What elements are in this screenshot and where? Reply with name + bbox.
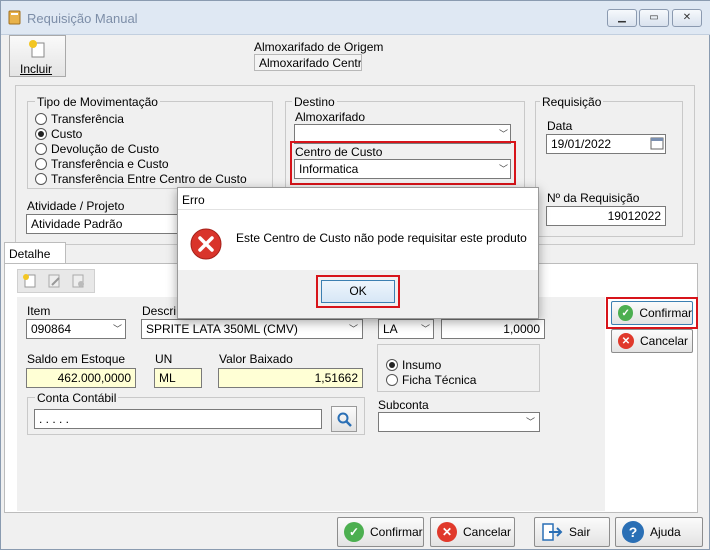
radio-insumo[interactable]: Insumo xyxy=(386,358,441,372)
ok-button[interactable]: OK xyxy=(321,280,395,303)
valor-baixado-field: 1,51662 xyxy=(218,368,363,388)
main-window: Requisição Manual ▁ ▭ ✕ Incluir Almoxari… xyxy=(0,0,710,550)
centro-custo-label: Centro de Custo xyxy=(295,145,383,159)
detail-toolbar xyxy=(17,269,95,293)
error-icon xyxy=(190,228,222,260)
error-dialog: Erro Este Centro de Custo não pode requi… xyxy=(177,187,539,319)
cancelar-label: Cancelar xyxy=(463,525,512,539)
edit-item-icon[interactable] xyxy=(46,273,62,289)
add-item-icon[interactable] xyxy=(22,273,38,289)
check-icon: ✓ xyxy=(344,522,364,542)
dialog-title-bar: Erro xyxy=(178,188,538,210)
data-field[interactable]: 19/01/2022 xyxy=(546,134,666,154)
conta-contabil-label: Conta Contábil xyxy=(35,391,119,405)
dialog-message: Este Centro de Custo não pode requisitar… xyxy=(236,231,527,245)
tipo-label: Tipo de Movimentação xyxy=(35,95,160,109)
un-field: ML xyxy=(154,368,202,388)
atividade-label: Atividade / Projeto xyxy=(27,199,125,213)
almoxarifado-label: Almoxarifado xyxy=(295,110,366,124)
check-icon: ✓ xyxy=(618,305,634,321)
sair-label: Sair xyxy=(569,525,591,539)
search-button[interactable] xyxy=(331,406,357,432)
requisicao-label: Requisição xyxy=(540,95,604,109)
minimize-button[interactable]: ▁ xyxy=(607,9,637,27)
item-label: Item xyxy=(27,304,51,318)
confirmar-button[interactable]: ✓ Confirmar xyxy=(337,517,424,547)
new-document-icon xyxy=(29,40,45,58)
data-label: Data xyxy=(547,119,573,133)
descricao-select[interactable]: SPRITE LATA 350ML (CMV) xyxy=(141,319,363,339)
side-confirmar-label: Confirmar xyxy=(639,306,692,320)
radio-devolucao[interactable]: Devolução de Custo xyxy=(35,141,247,156)
close-button[interactable]: ✕ xyxy=(672,9,702,27)
subconta-label: Subconta xyxy=(378,398,429,412)
numero-requisicao-field[interactable]: 19012022 xyxy=(546,206,666,226)
radio-transf-custo[interactable]: Transferência e Custo xyxy=(35,156,247,171)
conta-contabil-field[interactable]: . . . . . xyxy=(34,409,322,429)
cancel-icon: ✕ xyxy=(618,333,634,349)
origem-field: Almoxarifado Central xyxy=(254,54,362,71)
cancelar-button[interactable]: ✕ Cancelar xyxy=(430,517,515,547)
ajuda-button[interactable]: ? Ajuda xyxy=(615,517,703,547)
item-select[interactable]: 090864 xyxy=(26,319,126,339)
side-cancelar-label: Cancelar xyxy=(640,334,689,348)
calendar-icon[interactable] xyxy=(650,136,664,150)
un-label: UN xyxy=(155,352,173,366)
radio-transf-centro[interactable]: Transferência Entre Centro de Custo xyxy=(35,171,247,186)
exit-icon xyxy=(542,523,563,541)
descricao-label: Descri xyxy=(142,304,177,318)
radio-custo[interactable]: Custo xyxy=(35,126,247,141)
atividade-select[interactable]: Atividade Padrão xyxy=(26,214,186,234)
restore-button[interactable]: ▭ xyxy=(639,9,669,27)
help-icon: ? xyxy=(622,521,644,543)
tipo-radio-list: Transferência Custo Devolução de Custo T… xyxy=(35,111,247,186)
incluir-label: Incluir xyxy=(20,62,53,76)
chevron-down-icon: ﹀ xyxy=(526,417,536,427)
dialog-title: Erro xyxy=(182,193,205,207)
window-title: Requisição Manual xyxy=(27,11,138,26)
ajuda-label: Ajuda xyxy=(650,525,681,539)
side-cancelar-button[interactable]: ✕ Cancelar xyxy=(611,329,693,353)
search-icon xyxy=(337,412,352,427)
sair-button[interactable]: Sair xyxy=(534,517,610,547)
subconta-select[interactable] xyxy=(378,412,540,432)
confirmar-label: Confirmar xyxy=(370,525,423,539)
saldo-label: Saldo em Estoque xyxy=(27,352,126,366)
quantidade-field[interactable]: 1,0000 xyxy=(441,319,545,339)
centro-custo-select[interactable]: Informatica xyxy=(294,159,511,179)
delete-item-icon[interactable] xyxy=(70,273,86,289)
numero-requisicao-label: Nº da Requisição xyxy=(547,191,640,205)
incluir-button[interactable]: Incluir xyxy=(9,35,66,77)
tab-detalhe[interactable]: Detalhe xyxy=(4,242,66,264)
destino-label: Destino xyxy=(292,95,337,109)
title-bar: Requisição Manual ▁ ▭ ✕ xyxy=(1,1,710,35)
valor-baixado-label: Valor Baixado xyxy=(219,352,293,366)
radio-ficha-tecnica[interactable]: Ficha Técnica xyxy=(386,373,476,387)
cancel-icon: ✕ xyxy=(437,522,457,542)
saldo-field: 462.000,0000 xyxy=(26,368,136,388)
app-icon xyxy=(8,10,21,25)
origem-label: Almoxarifado de Origem xyxy=(254,40,384,54)
side-confirmar-button[interactable]: ✓ Confirmar xyxy=(611,301,693,325)
radio-transferencia[interactable]: Transferência xyxy=(35,111,247,126)
